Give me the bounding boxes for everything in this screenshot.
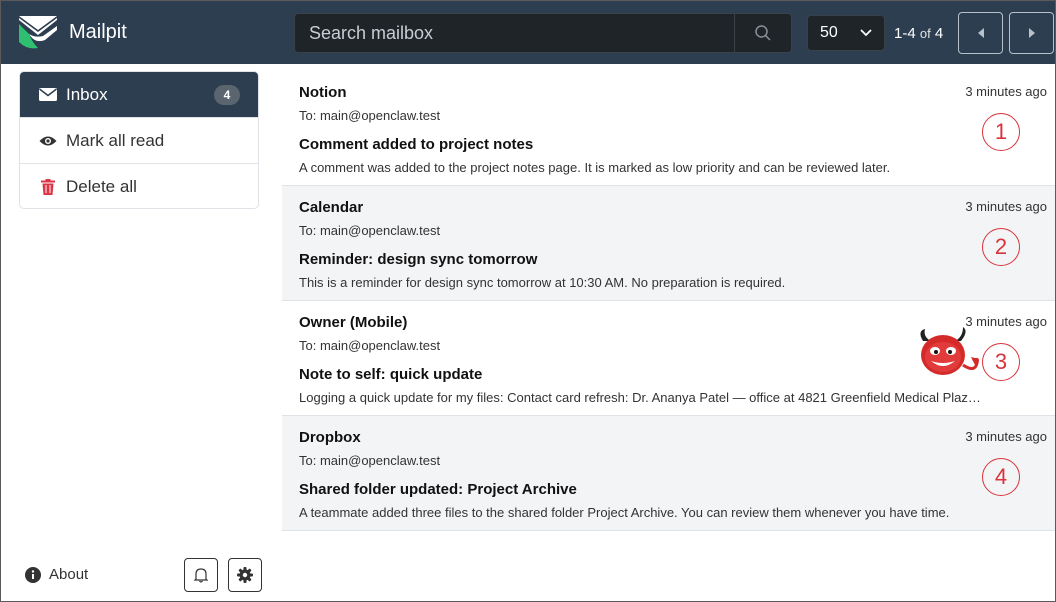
next-page-button[interactable] — [1009, 12, 1054, 54]
app-name: Mailpit — [69, 20, 127, 43]
message-from: Calendar — [299, 199, 364, 216]
info-icon — [25, 566, 41, 583]
message-to: To: main@openclaw.test — [299, 223, 441, 238]
page-range: 1-4 — [894, 25, 916, 42]
row-number-marker: 2 — [982, 228, 1020, 266]
message-row[interactable]: Calendar To: main@openclaw.test Reminder… — [282, 186, 1055, 301]
per-page-value: 50 — [820, 24, 838, 41]
caret-right-icon — [1028, 28, 1035, 38]
message-snippet: This is a reminder for design sync tomor… — [299, 275, 786, 290]
message-time: 3 minutes ago — [965, 429, 1047, 444]
eye-icon — [38, 133, 58, 149]
trash-icon — [38, 179, 58, 195]
per-page-select[interactable]: 50 — [807, 15, 885, 51]
message-time: 3 minutes ago — [965, 199, 1047, 214]
gear-icon — [237, 567, 253, 583]
sidebar-item-mark-all-read[interactable]: Mark all read — [20, 118, 258, 164]
message-subject: Note to self: quick update — [299, 366, 483, 383]
mailpit-logo-icon — [19, 16, 57, 49]
envelope-icon — [38, 87, 58, 103]
row-number-marker: 1 — [982, 113, 1020, 151]
message-from: Owner (Mobile) — [299, 314, 408, 331]
settings-button[interactable] — [228, 558, 262, 592]
message-to: To: main@openclaw.test — [299, 453, 441, 468]
sidebar-item-inbox[interactable]: Inbox 4 — [20, 72, 258, 118]
message-subject: Comment added to project notes — [299, 136, 534, 153]
devil-icon — [920, 327, 979, 375]
search-button[interactable] — [734, 13, 792, 53]
message-snippet: A teammate added three files to the shar… — [299, 505, 950, 520]
sidebar-menu: Inbox 4 Mark all read Delete all — [19, 71, 259, 209]
message-list: Notion To: main@openclaw.test Comment ad… — [282, 71, 1055, 531]
message-subject: Reminder: design sync tomorrow — [299, 251, 538, 268]
message-row[interactable]: Owner (Mobile) To: main@openclaw.test No… — [282, 301, 1055, 416]
search-input[interactable] — [294, 13, 734, 53]
message-snippet: Logging a quick update for my files: Con… — [299, 390, 981, 405]
message-time: 3 minutes ago — [965, 84, 1047, 99]
previous-page-button[interactable] — [958, 12, 1003, 54]
message-from: Dropbox — [299, 429, 361, 446]
search-icon — [755, 25, 771, 41]
page-of-label: of — [919, 26, 931, 41]
search-form — [294, 13, 792, 53]
message-subject: Shared folder updated: Project Archive — [299, 481, 577, 498]
inbox-count-badge: 4 — [214, 84, 240, 105]
sidebar-item-delete-all[interactable]: Delete all — [20, 164, 258, 208]
mailpit-window: Mailpit 50 1-4 of 4 — [0, 0, 1056, 602]
top-navbar: Mailpit 50 1-4 of 4 — [1, 1, 1055, 64]
caret-left-icon — [977, 28, 984, 38]
page-total: 4 — [934, 25, 944, 42]
brand-link[interactable]: Mailpit — [15, 10, 127, 54]
sidebar-item-label: Delete all — [66, 177, 137, 196]
chevron-down-icon — [860, 29, 872, 37]
about-link[interactable]: About — [25, 566, 88, 583]
row-number-marker: 4 — [982, 458, 1020, 496]
message-row[interactable]: Notion To: main@openclaw.test Comment ad… — [282, 71, 1055, 186]
message-from: Notion — [299, 84, 347, 101]
row-number-marker: 3 — [982, 343, 1020, 381]
pagination-info: 1-4 of 4 — [894, 25, 943, 42]
bell-icon — [194, 568, 208, 583]
message-row[interactable]: Dropbox To: main@openclaw.test Shared fo… — [282, 416, 1055, 531]
message-to: To: main@openclaw.test — [299, 338, 441, 353]
message-snippet: A comment was added to the project notes… — [299, 160, 891, 175]
sidebar-item-label: Mark all read — [66, 130, 165, 150]
message-to: To: main@openclaw.test — [299, 108, 441, 123]
sidebar-item-label: Inbox — [66, 84, 108, 104]
notifications-button[interactable] — [184, 558, 218, 592]
about-label: About — [49, 566, 89, 583]
